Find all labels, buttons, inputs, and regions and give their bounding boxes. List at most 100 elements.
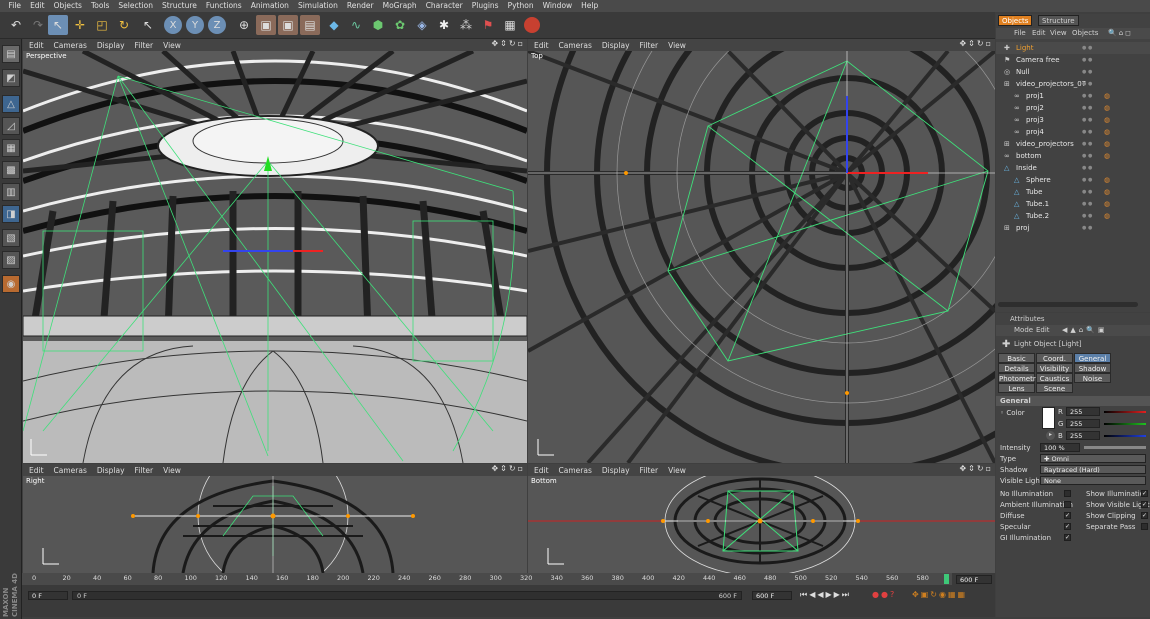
vp-display-menu[interactable]: Display [602, 466, 630, 475]
attribute-tab[interactable]: General [1074, 353, 1111, 363]
r-field[interactable]: 255 [1066, 407, 1100, 416]
vp-filter-menu[interactable]: Filter [135, 41, 154, 50]
end-frame-field[interactable]: 600 F [956, 575, 992, 584]
frame-range-slider[interactable]: 0 F 600 F [72, 591, 742, 600]
menu-help[interactable]: Help [577, 0, 603, 12]
coordinate-system-icon[interactable]: ⊕ [234, 15, 254, 35]
redo-icon[interactable]: ↷ [28, 15, 48, 35]
visibility-icon[interactable]: ● ● [1082, 222, 1092, 234]
color-picker-icon[interactable]: ▸ [1046, 431, 1055, 440]
start-frame-field[interactable]: 0 F [28, 591, 68, 600]
texture-mode-icon[interactable]: ▩ [2, 161, 20, 179]
rotate-icon[interactable]: ↻ [114, 15, 134, 35]
b-slider[interactable] [1104, 435, 1146, 437]
menu-animation[interactable]: Animation [246, 0, 293, 12]
object-row[interactable]: ◎ Null ● ● [996, 66, 1150, 78]
right-viewport[interactable]: Edit Cameras Display Filter View ✥⇕↻▫ Ri… [23, 464, 527, 573]
vp-edit-menu[interactable]: Edit [29, 41, 44, 50]
tag-icon[interactable]: ◍ [1104, 126, 1110, 138]
menu-render[interactable]: Render [342, 0, 378, 12]
object-row[interactable]: △ Tube ● ● ◍ [996, 186, 1150, 198]
object-row[interactable]: △ Tube.1 ● ● ◍ [996, 198, 1150, 210]
om-objects-menu[interactable]: Objects [1072, 28, 1098, 39]
object-row[interactable]: ∞ proj2 ● ● ◍ [996, 102, 1150, 114]
menu-simulation[interactable]: Simulation [293, 0, 342, 12]
record-icon[interactable] [524, 17, 540, 33]
vp-cameras-menu[interactable]: Cameras [54, 466, 87, 475]
tag-icon[interactable]: ◍ [1104, 90, 1110, 102]
visibility-icon[interactable]: ● ● [1082, 114, 1092, 126]
tag-icon[interactable]: ◍ [1104, 138, 1110, 150]
viewport-nav-icons[interactable]: ✥⇕↻▫ [959, 39, 993, 48]
timeline-ruler[interactable]: 0 20 40 60 80 100 120 140 160 180 200 220 240 260 280 3… [22, 573, 952, 585]
render-view-icon[interactable]: ▣ [256, 15, 276, 35]
cube-icon[interactable]: ◆ [324, 15, 344, 35]
y-axis-icon[interactable]: Y [186, 16, 204, 34]
object-row[interactable]: ∞ proj3 ● ● ◍ [996, 114, 1150, 126]
visibility-icon[interactable]: ● ● [1082, 54, 1092, 66]
attribute-tab[interactable]: Coord. [1036, 353, 1073, 363]
visible-light-dropdown[interactable]: None [1040, 476, 1146, 485]
am-edit-menu[interactable]: Edit [1036, 325, 1050, 336]
attribute-tab[interactable]: Visibility [1036, 363, 1073, 373]
visibility-icon[interactable]: ● ● [1082, 126, 1092, 138]
vp-view-menu[interactable]: View [163, 466, 181, 475]
visibility-icon[interactable]: ● ● [1082, 66, 1092, 78]
type-dropdown[interactable]: ✚ Omni [1040, 454, 1146, 463]
menu-plugins[interactable]: Plugins [467, 0, 503, 12]
object-row[interactable]: ⊞ proj ● ● [996, 222, 1150, 234]
visibility-icon[interactable]: ● ● [1082, 42, 1092, 54]
vp-edit-menu[interactable]: Edit [534, 41, 549, 50]
menu-structure[interactable]: Structure [158, 0, 202, 12]
om-edit-menu[interactable]: Edit [1032, 28, 1046, 39]
spline-icon[interactable]: ∿ [346, 15, 366, 35]
vp-cameras-menu[interactable]: Cameras [559, 41, 592, 50]
visibility-icon[interactable]: ● ● [1082, 162, 1092, 174]
object-row[interactable]: ⚑ Camera free ● ● [996, 54, 1150, 66]
visibility-icon[interactable]: ● ● [1082, 210, 1092, 222]
viewport-nav-icons[interactable]: ✥⇕↻▫ [491, 464, 525, 473]
timeline-playhead[interactable] [944, 574, 949, 584]
tab-structure[interactable]: Structure [1038, 15, 1079, 26]
vp-view-menu[interactable]: View [163, 41, 181, 50]
vp-edit-menu[interactable]: Edit [29, 466, 44, 475]
vp-display-menu[interactable]: Display [602, 41, 630, 50]
visibility-icon[interactable]: ● ● [1082, 138, 1092, 150]
vp-cameras-menu[interactable]: Cameras [54, 41, 87, 50]
light-icon[interactable]: ▦ [500, 15, 520, 35]
attribute-tab[interactable]: Noise [1074, 373, 1111, 383]
tab-objects[interactable]: Objects [998, 15, 1033, 26]
checkbox[interactable]: ✓ [1141, 501, 1148, 508]
r-slider[interactable] [1104, 411, 1146, 413]
am-nav-icons[interactable]: ◀▲⌂🔍▣ [1062, 325, 1108, 336]
use-points-mode-icon[interactable]: △ [2, 95, 20, 113]
tag-icon[interactable]: ◍ [1104, 198, 1110, 210]
color-swatch[interactable] [1042, 407, 1055, 429]
vp-display-menu[interactable]: Display [97, 41, 125, 50]
nurbs-icon[interactable]: ⬢ [368, 15, 388, 35]
visibility-icon[interactable]: ● ● [1082, 186, 1092, 198]
vp-cameras-menu[interactable]: Cameras [559, 466, 592, 475]
attribute-tab[interactable]: Shadow [1074, 363, 1111, 373]
visibility-icon[interactable]: ● ● [1082, 90, 1092, 102]
render-settings-icon[interactable]: ▤ [300, 15, 320, 35]
bottom-viewport[interactable]: Edit Cameras Display Filter View ✥⇕↻▫ Bo… [528, 464, 995, 573]
scale-icon[interactable]: ◰ [92, 15, 112, 35]
attribute-tab[interactable]: Lens [998, 383, 1035, 393]
checkbox[interactable] [1141, 523, 1148, 530]
object-row[interactable]: ∞ bottom ● ● ◍ [996, 150, 1150, 162]
vp-display-menu[interactable]: Display [97, 466, 125, 475]
array-icon[interactable]: ✿ [390, 15, 410, 35]
object-row[interactable]: △ Inside ● ● [996, 162, 1150, 174]
menu-objects[interactable]: Objects [49, 0, 86, 12]
visibility-icon[interactable]: ● ● [1082, 102, 1092, 114]
attribute-tab[interactable]: Basic [998, 353, 1035, 363]
perspective-viewport[interactable]: Edit Cameras Display Filter View ✥⇕↻▫ Pe… [23, 39, 527, 463]
use-polygons-mode-icon[interactable]: ▦ [2, 139, 20, 157]
object-row[interactable]: ⊞ video_projectors ● ● ◍ [996, 138, 1150, 150]
object-row[interactable]: ⊞ video_projectors_07 ● ● [996, 78, 1150, 90]
vp-filter-menu[interactable]: Filter [640, 466, 659, 475]
om-file-menu[interactable]: File [1014, 28, 1026, 39]
menu-character[interactable]: Character [421, 0, 467, 12]
recent-tool-icon[interactable]: ↖ [138, 15, 158, 35]
